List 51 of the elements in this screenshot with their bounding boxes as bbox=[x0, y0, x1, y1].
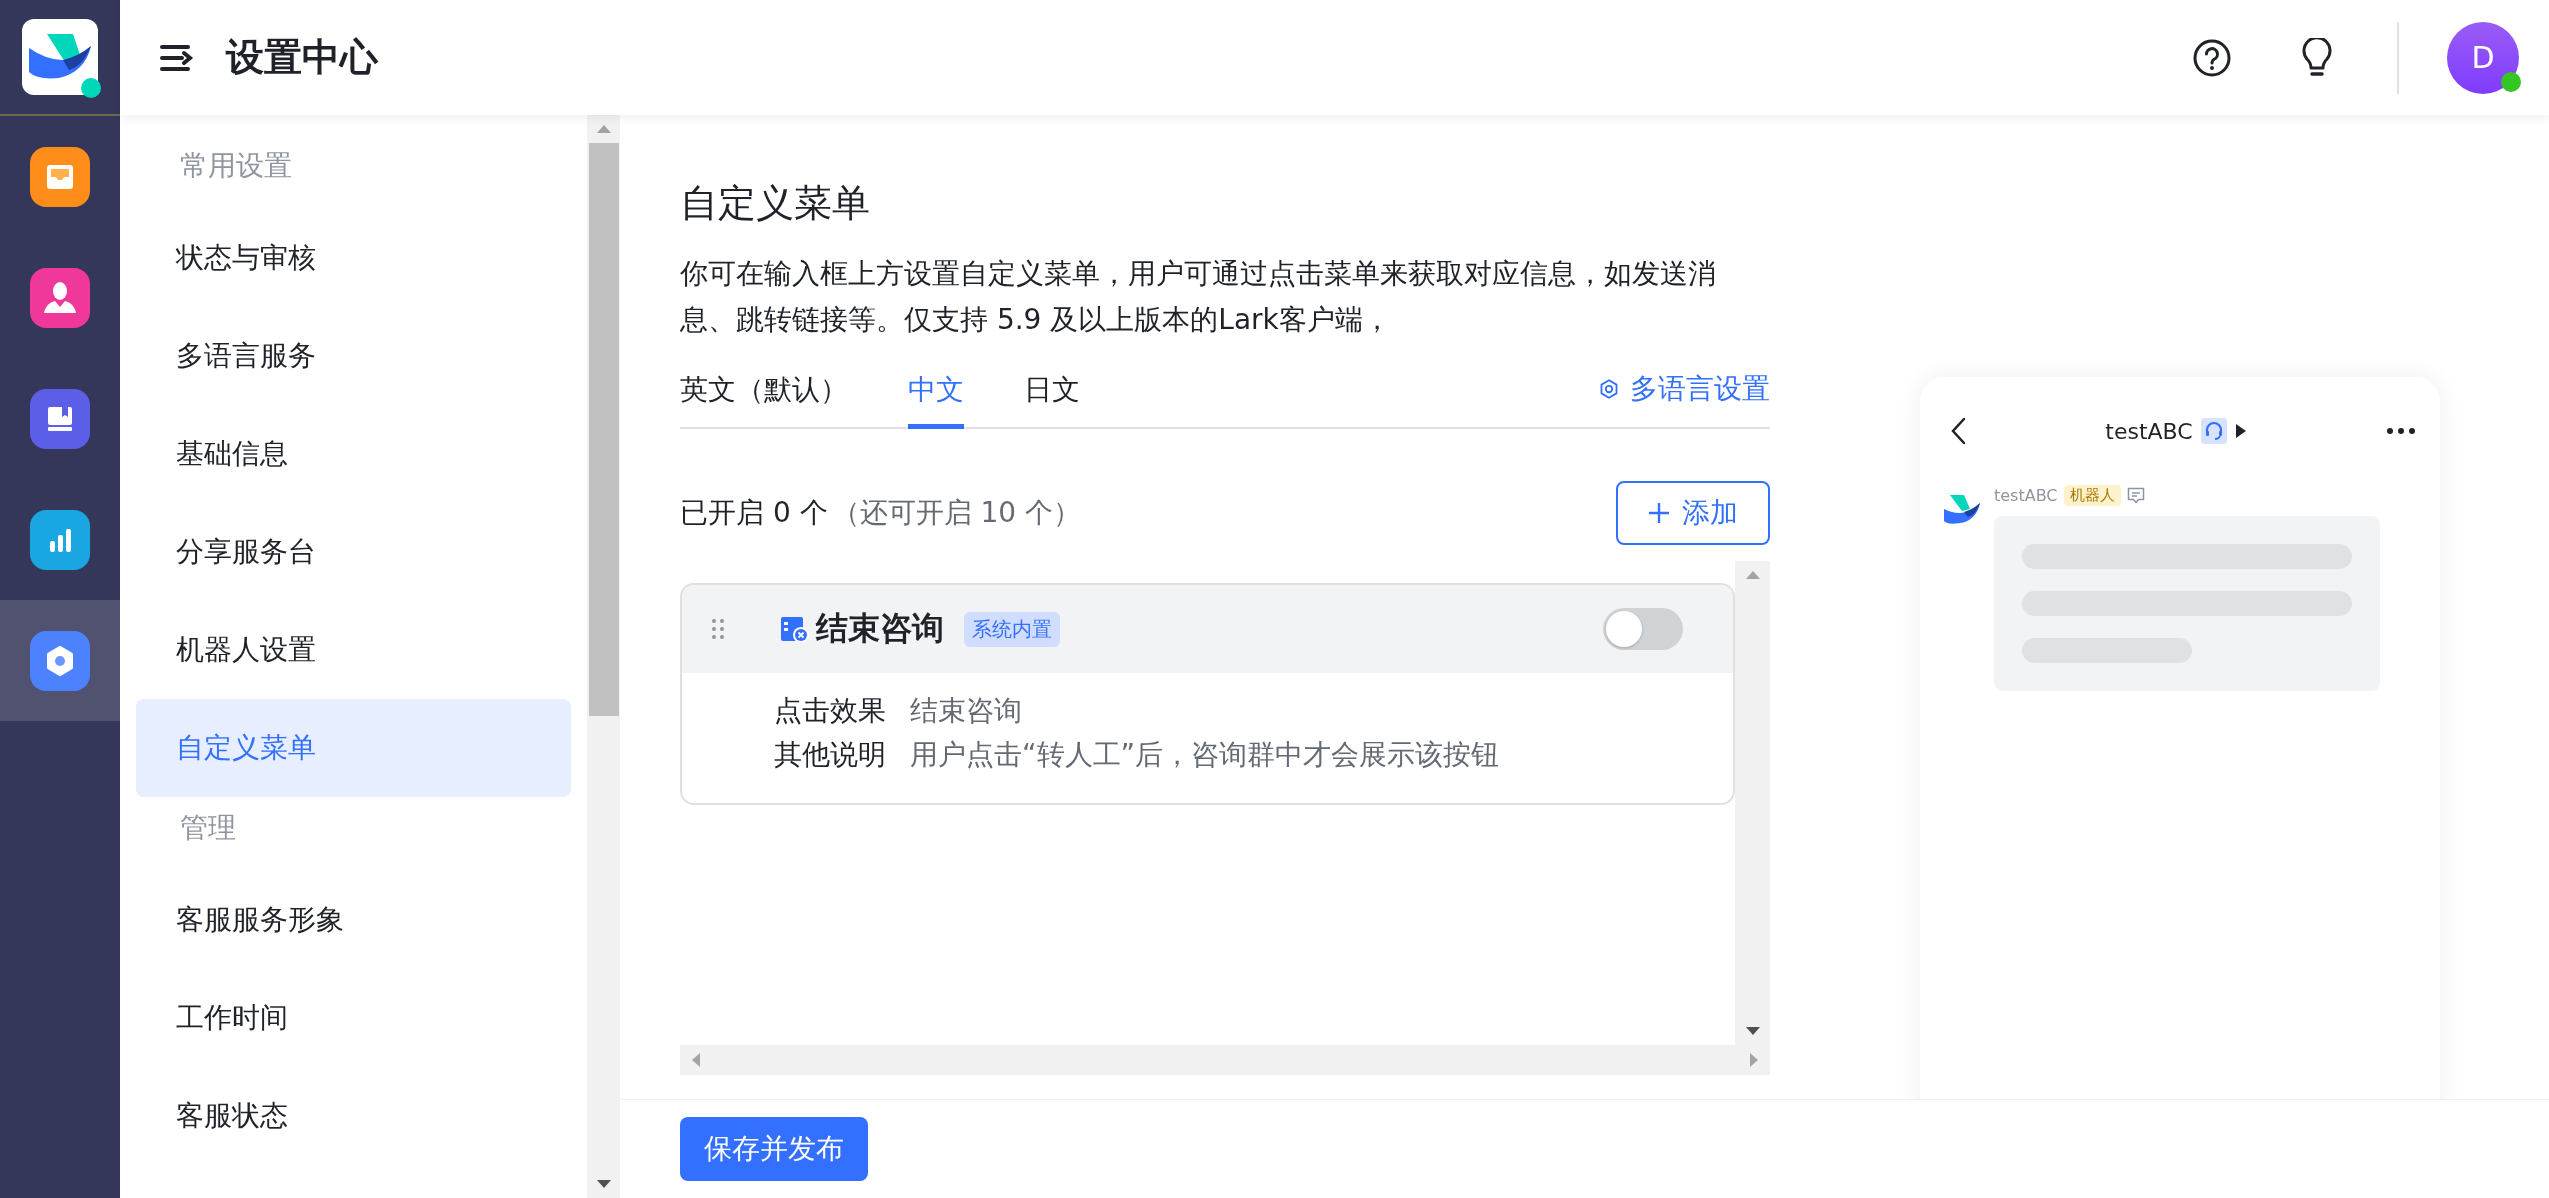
description-text: 你可在输入框上方设置自定义菜单，用户可通过点击菜单来获取对应信息，如发送消息、跳转链接等。仅支持 5.9 及以上版本的Lark客户端， bbox=[680, 256, 1717, 338]
menu-name: 结束咨询 bbox=[816, 608, 944, 649]
sidebar-item[interactable]: 基础信息 bbox=[136, 405, 571, 503]
language-tab[interactable]: 中文 bbox=[908, 351, 964, 429]
calendar-close-icon bbox=[780, 614, 810, 644]
settings-icon bbox=[1598, 378, 1620, 400]
sidebar-item[interactable]: 客服状态 bbox=[136, 1067, 571, 1165]
field-value: 结束咨询 bbox=[910, 693, 1022, 729]
message-icon bbox=[2126, 486, 2145, 505]
sidebar-item[interactable]: 状态与审核 bbox=[136, 209, 571, 307]
more-icon[interactable] bbox=[2386, 427, 2416, 435]
chat-title: testABC bbox=[2105, 418, 2193, 444]
remaining-count: （还可开启 10 个） bbox=[831, 495, 1082, 531]
scrollbar[interactable] bbox=[1735, 561, 1770, 1045]
field-label: 其他说明 bbox=[774, 737, 886, 773]
sidebar-item[interactable]: 分享服务台 bbox=[136, 503, 571, 601]
help-icon[interactable] bbox=[2193, 38, 2231, 77]
field-label: 点击效果 bbox=[774, 693, 886, 729]
toggle-switch[interactable] bbox=[1603, 608, 1683, 650]
add-button[interactable]: 添加 bbox=[1616, 481, 1770, 545]
sender-name: testABC bbox=[1994, 486, 2058, 505]
sidebar-item[interactable]: 自定义菜单 bbox=[136, 699, 571, 797]
bot-tag: 机器人 bbox=[2063, 485, 2121, 506]
scrollbar[interactable] bbox=[587, 115, 620, 1198]
triangle-icon[interactable] bbox=[2234, 423, 2247, 439]
lightbulb-icon[interactable] bbox=[2301, 37, 2333, 78]
user-avatar[interactable]: D bbox=[2447, 21, 2519, 94]
section-heading: 管理 bbox=[179, 810, 237, 846]
field-value: 用户点击“转人工”后，咨询群中才会展示该按钮 bbox=[910, 737, 1499, 773]
section-title: 自定义菜单 bbox=[680, 180, 871, 227]
scrollbar[interactable] bbox=[680, 1045, 1770, 1075]
page-title: 设置中心 bbox=[226, 34, 378, 81]
sidebar-item[interactable]: 多语言服务 bbox=[136, 307, 571, 405]
enabled-count: 已开启 0 个 bbox=[680, 495, 828, 531]
language-tab[interactable]: 英文（默认） bbox=[680, 351, 848, 429]
drag-handle-icon[interactable] bbox=[712, 618, 724, 640]
status-dot bbox=[81, 78, 101, 98]
save-publish-button[interactable]: 保存并发布 bbox=[680, 1117, 868, 1181]
app-logo[interactable] bbox=[22, 19, 98, 95]
plus-icon bbox=[1648, 502, 1670, 524]
sidebar-item[interactable]: 工作时间 bbox=[136, 969, 571, 1067]
sidebar-item[interactable]: 客服服务形象 bbox=[136, 871, 571, 969]
back-icon[interactable] bbox=[1950, 417, 1966, 445]
headset-icon bbox=[2200, 418, 2227, 444]
section-heading: 常用设置 bbox=[179, 148, 293, 184]
language-settings-link[interactable]: 多语言设置 bbox=[1598, 351, 1770, 427]
bot-avatar bbox=[1944, 495, 1980, 525]
menu-icon[interactable] bbox=[160, 43, 194, 72]
sidebar-item[interactable]: 机器人设置 bbox=[136, 601, 571, 699]
language-tab[interactable]: 日文 bbox=[1024, 351, 1080, 429]
builtin-tag: 系统内置 bbox=[964, 611, 1060, 647]
